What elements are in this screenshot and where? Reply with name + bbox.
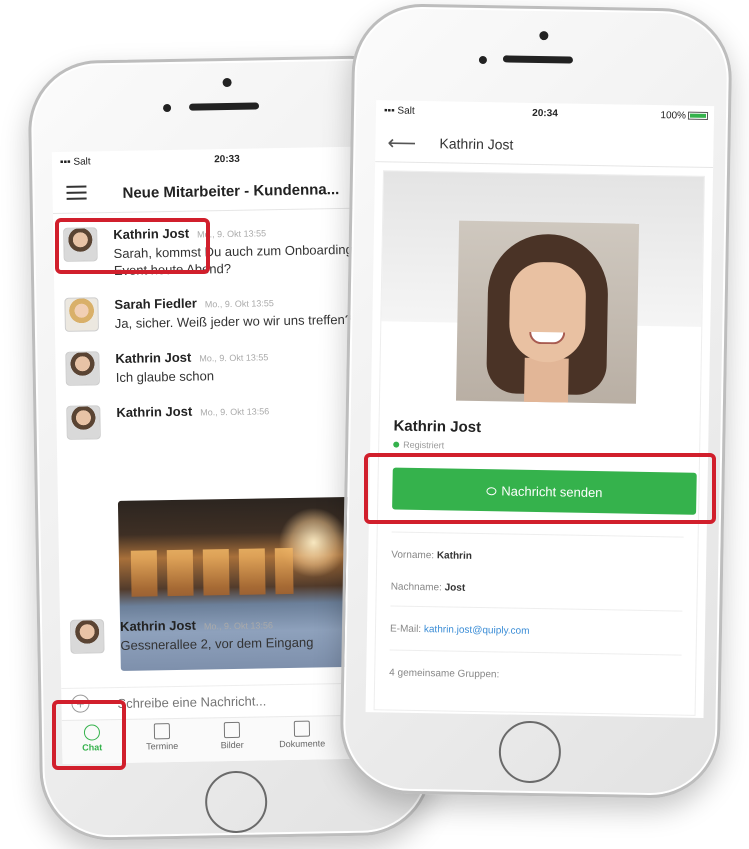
email-row: E-Mail: kathrin.jost@quiply.com	[389, 623, 530, 637]
shop-window	[274, 547, 294, 595]
shared-groups-label: 4 gemeinsame Gruppen:	[389, 667, 500, 681]
email-link[interactable]: kathrin.jost@quiply.com	[424, 624, 530, 637]
tab-chat[interactable]: Chat	[62, 724, 122, 753]
message-timestamp: Mo., 9. Okt 13:56	[203, 620, 274, 632]
tab-label: Bilder	[220, 739, 244, 751]
message-input[interactable]	[117, 687, 378, 715]
earpiece-speaker	[502, 55, 574, 64]
chat-title: Neue Mitarbeiter - Kundenna...	[122, 181, 340, 202]
profile-card: Kathrin Jost Registriert Nachricht sende…	[373, 170, 705, 716]
message-timestamp: Mo., 9. Okt 13:55	[199, 352, 269, 364]
profile-phone: ▪▪▪ Salt 20:34 100% ⟵ Kathrin Jost Kathr…	[339, 2, 733, 800]
home-button[interactable]	[498, 720, 562, 784]
message-text: Ja, sicher. Weiß jeder wo wir uns treffe…	[114, 311, 353, 331]
divider	[390, 605, 683, 612]
online-dot-icon	[393, 441, 400, 448]
message-timestamp: Mo., 9. Okt 13:56	[200, 406, 270, 418]
message-author: Sarah Fiedler Mo., 9. Okt 13:55	[114, 295, 274, 312]
tab-dokumente[interactable]: Dokumente	[272, 720, 332, 749]
avatar[interactable]	[63, 227, 98, 262]
chat-bubble-icon	[83, 724, 101, 741]
message-author: Kathrin Jost Mo., 9. Okt 13:55	[113, 225, 267, 243]
send-message-button[interactable]: Nachricht senden	[392, 467, 697, 515]
divider	[389, 649, 682, 656]
sensor-dot	[222, 77, 232, 88]
sensor-dot	[539, 31, 549, 41]
front-camera	[478, 55, 488, 65]
message-author: Kathrin Jost Mo., 9. Okt 13:56	[119, 617, 274, 634]
home-button[interactable]	[204, 770, 268, 834]
battery-label: 100%	[660, 110, 687, 122]
last-name-row: Nachname: Jost	[390, 581, 466, 594]
shop-window	[202, 549, 230, 596]
profile-photo[interactable]	[455, 220, 640, 404]
front-camera	[162, 103, 172, 113]
documents-icon	[293, 720, 311, 737]
message-text: Sarah, kommst Du auch zum Onboarding Eve…	[113, 241, 353, 278]
message-timestamp: Mo., 9. Okt 13:55	[204, 298, 274, 310]
message-author: Kathrin Jost Mo., 9. Okt 13:55	[115, 349, 269, 366]
avatar[interactable]	[69, 619, 105, 654]
hamburger-menu-icon[interactable]	[66, 185, 87, 200]
status-badge: Registriert	[393, 440, 444, 450]
tab-label: Dokumente	[279, 738, 326, 750]
profile-header: ⟵ Kathrin Jost	[375, 122, 714, 169]
page-title: Kathrin Jost	[439, 135, 514, 153]
message-timestamp: Mo., 9. Okt 13:55	[197, 228, 267, 240]
shop-window	[130, 550, 158, 597]
tab-termine[interactable]: Termine	[132, 723, 192, 752]
profile-screen: ▪▪▪ Salt 20:34 100% ⟵ Kathrin Jost Kathr…	[365, 100, 715, 718]
battery-indicator: 100%	[660, 110, 709, 122]
avatar[interactable]	[65, 351, 100, 386]
back-arrow-icon[interactable]: ⟵	[387, 130, 416, 155]
shop-window	[166, 549, 194, 597]
avatar[interactable]	[64, 297, 99, 332]
chat-bubble-icon	[486, 486, 497, 495]
profile-name: Kathrin Jost	[393, 417, 482, 437]
divider	[391, 531, 684, 538]
tab-bilder[interactable]: Bilder	[202, 721, 262, 750]
add-attachment-icon[interactable]: +	[71, 694, 90, 713]
shop-window	[238, 548, 266, 595]
earpiece-speaker	[188, 102, 260, 111]
image-icon	[223, 721, 241, 739]
first-name-row: Vorname: Kathrin	[391, 549, 472, 562]
avatar[interactable]	[66, 405, 101, 440]
battery-icon	[687, 111, 709, 120]
tab-label: Termine	[146, 740, 179, 752]
message-author: Kathrin Jost Mo., 9. Okt 13:56	[116, 403, 270, 420]
tab-label: Chat	[82, 742, 103, 753]
message-text: Ich glaube schon	[115, 368, 215, 385]
calendar-icon	[153, 723, 171, 740]
